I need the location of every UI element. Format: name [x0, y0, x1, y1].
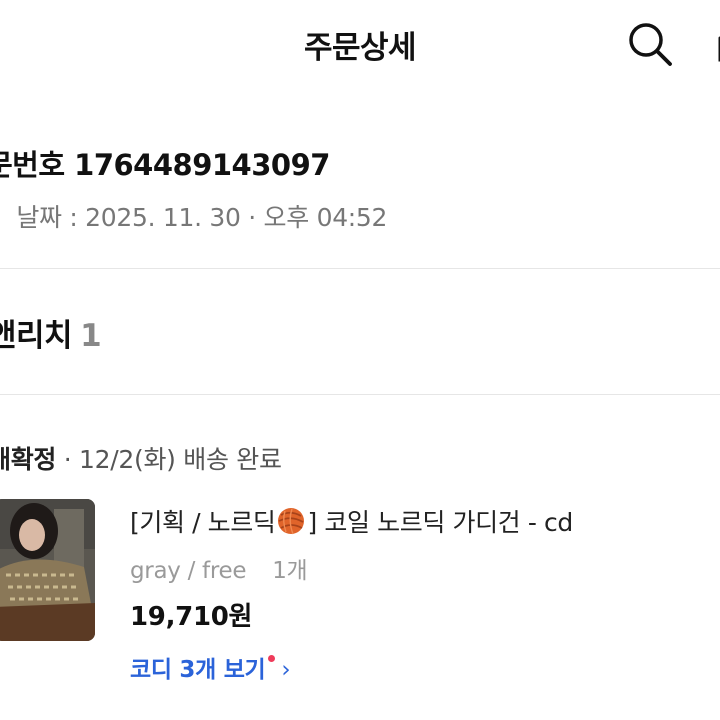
- search-icon[interactable]: [624, 18, 678, 68]
- option-text: gray / free: [130, 558, 247, 584]
- order-date: ㅣ 날짜 : 2025. 11. 30 · 오후 04:52: [0, 203, 388, 232]
- coordi-link-label: 코디 3개 보기: [130, 657, 266, 683]
- shop-name: 앤리치: [0, 318, 73, 354]
- divider: [0, 394, 720, 395]
- product-name[interactable]: [기획 / 노르딕 ] 코일 노르딕 가디건 - cd: [130, 503, 573, 539]
- purchase-status: 매확정: [0, 445, 57, 474]
- divider: [0, 268, 720, 269]
- view-coordi-link[interactable]: 코디 3개 보기 ›: [130, 650, 291, 684]
- notification-dot: [268, 655, 276, 662]
- quantity-text: 1개: [272, 558, 308, 584]
- product-option: gray / free 1개: [130, 551, 308, 585]
- shopping-bag-icon[interactable]: [708, 24, 720, 64]
- shop-item-count: 1: [80, 318, 102, 354]
- page-title: 주문상세: [303, 30, 417, 66]
- chevron-right-icon: ›: [281, 657, 291, 683]
- delivery-detail: · 12/2(화) 배송 완료: [56, 445, 282, 474]
- yarn-ball-icon: [278, 508, 305, 535]
- shop-header[interactable]: 앤리치 1: [0, 310, 102, 355]
- product-price: 19,710원: [130, 602, 253, 632]
- product-thumbnail[interactable]: [0, 499, 95, 641]
- shipment-status: 매확정 · 12/2(화) 배송 완료: [0, 440, 282, 476]
- order-number: 문번호 1764489143097: [0, 148, 330, 182]
